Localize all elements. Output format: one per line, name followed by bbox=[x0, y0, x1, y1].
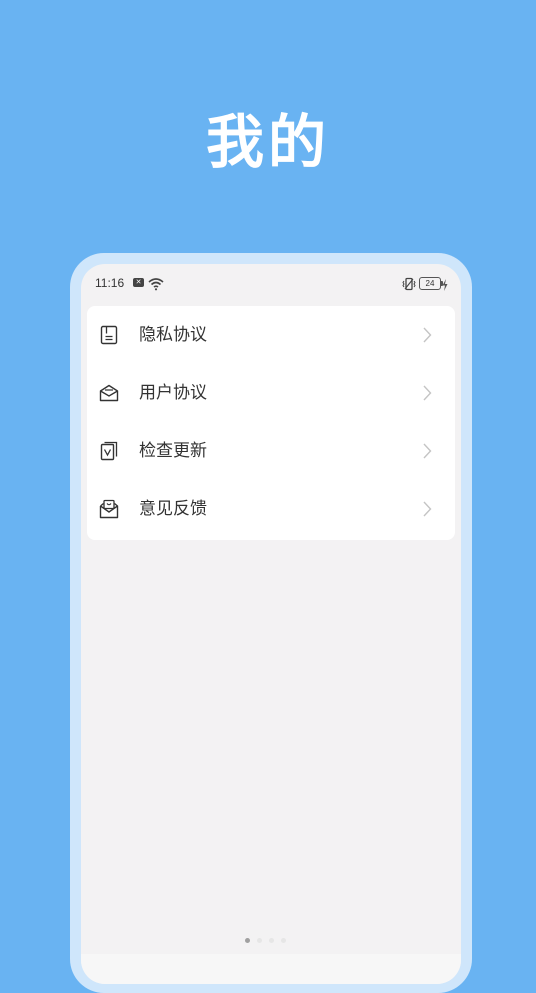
page-indicator bbox=[245, 938, 305, 946]
chevron-right-icon bbox=[422, 501, 432, 517]
envelope-icon bbox=[99, 383, 119, 403]
notification-icon: ✕ bbox=[133, 278, 144, 287]
menu-item-privacy-policy[interactable]: 隐私协议 bbox=[87, 306, 455, 364]
chevron-right-icon bbox=[422, 327, 432, 343]
feedback-icon bbox=[99, 499, 119, 519]
settings-menu: 隐私协议 用户协议 检查更新 意见反馈 bbox=[87, 306, 455, 540]
page-dot bbox=[281, 938, 286, 943]
menu-item-label: 检查更新 bbox=[139, 441, 207, 461]
bottom-navigation-area bbox=[81, 954, 461, 984]
update-check-icon bbox=[99, 441, 119, 461]
page-dot bbox=[269, 938, 274, 943]
menu-item-feedback[interactable]: 意见反馈 bbox=[87, 480, 455, 538]
menu-item-check-update[interactable]: 检查更新 bbox=[87, 422, 455, 480]
promo-title: 我的 bbox=[205, 108, 330, 176]
menu-item-user-agreement[interactable]: 用户协议 bbox=[87, 364, 455, 422]
page-dot bbox=[257, 938, 262, 943]
wifi-icon bbox=[148, 276, 164, 295]
menu-item-label: 隐私协议 bbox=[139, 325, 207, 345]
page-dot-active bbox=[245, 938, 250, 943]
battery-icon: 24 bbox=[419, 277, 443, 290]
document-icon bbox=[99, 325, 119, 345]
status-bar: 11:16 ✕ 24 bbox=[81, 264, 461, 302]
chevron-right-icon bbox=[422, 443, 432, 459]
menu-item-label: 用户协议 bbox=[139, 383, 207, 403]
vibrate-icon bbox=[401, 276, 417, 295]
menu-item-label: 意见反馈 bbox=[139, 499, 207, 519]
status-time: 11:16 bbox=[95, 276, 125, 290]
chevron-right-icon bbox=[422, 385, 432, 401]
charging-icon bbox=[442, 276, 448, 295]
phone-screen: 11:16 ✕ 24 隐私协议 用户协议 检查更新 意见反馈 bbox=[81, 264, 461, 984]
